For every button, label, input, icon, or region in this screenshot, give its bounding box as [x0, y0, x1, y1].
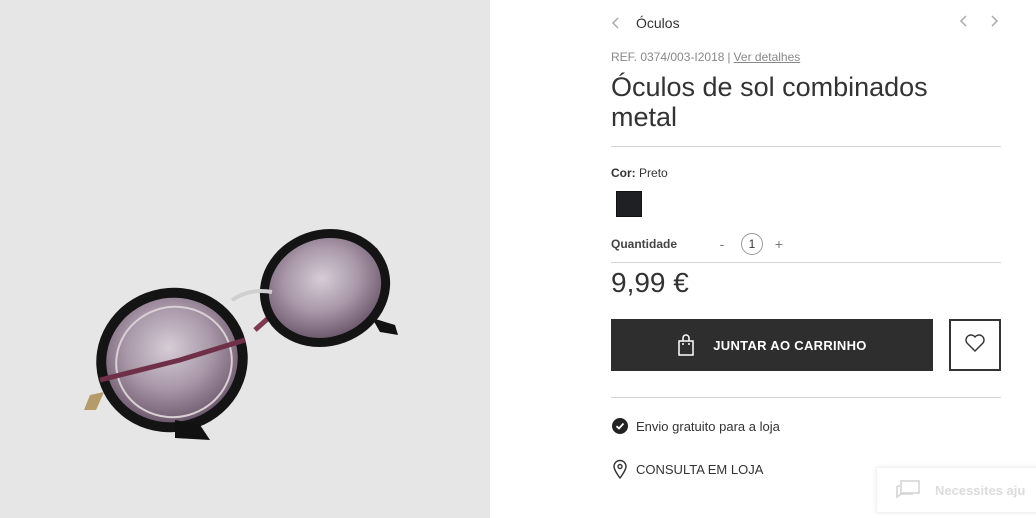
shopping-bag-icon: [677, 334, 695, 356]
free-shipping-info: Envio gratuito para a loja: [611, 417, 780, 435]
color-value: Preto: [639, 166, 668, 180]
details-link[interactable]: Ver detalhes: [734, 50, 801, 64]
breadcrumb-label[interactable]: Óculos: [636, 15, 680, 31]
product-price: 9,99 €: [611, 267, 689, 298]
product-pager: [957, 13, 1001, 29]
chevron-right-icon[interactable]: [987, 13, 1001, 29]
check-circle-icon: [611, 417, 628, 435]
reference-code: REF. 0374/003-I2018: [611, 50, 725, 64]
quantity-label: Quantidade: [611, 237, 678, 251]
free-shipping-text: Envio gratuito para a loja: [636, 418, 780, 434]
add-to-cart-button[interactable]: JUNTAR AO CARRINHO: [611, 319, 933, 371]
divider: [611, 146, 1001, 147]
divider: [611, 262, 1001, 263]
quantity-increase-button[interactable]: +: [772, 236, 786, 252]
chat-icon: [895, 480, 921, 500]
help-chat-label: Necessites aju: [935, 482, 1026, 498]
quantity-stepper: Quantidade - 1 +: [611, 232, 1001, 256]
color-swatch[interactable]: [616, 191, 642, 217]
product-panel: Óculos REF. 0374/003-I2018 | Ver detalhes …: [611, 0, 1001, 518]
color-label: Cor:: [611, 166, 636, 180]
chevron-left-icon[interactable]: [611, 16, 625, 30]
add-to-cart-label: JUNTAR AO CARRINHO: [713, 337, 867, 353]
breadcrumb[interactable]: Óculos: [611, 14, 680, 32]
sunglasses-image: [84, 229, 398, 440]
product-image[interactable]: [0, 0, 490, 518]
product-reference: REF. 0374/003-I2018 | Ver detalhes: [611, 50, 800, 64]
chevron-left-icon[interactable]: [957, 13, 971, 29]
heart-icon: [964, 333, 986, 358]
map-pin-icon: [611, 459, 628, 479]
divider: [611, 397, 1001, 398]
help-chat-widget[interactable]: Necessites aju: [876, 467, 1036, 513]
wishlist-button[interactable]: [949, 319, 1001, 371]
reference-separator: |: [727, 50, 731, 64]
store-check-link[interactable]: CONSULTA EM LOJA: [611, 459, 764, 479]
product-title: Óculos de sol combinados metal: [611, 72, 928, 132]
color-row: Cor: Preto: [611, 166, 668, 180]
quantity-value[interactable]: 1: [741, 233, 763, 255]
quantity-decrease-button[interactable]: -: [715, 236, 729, 252]
store-check-text: CONSULTA EM LOJA: [636, 461, 764, 477]
